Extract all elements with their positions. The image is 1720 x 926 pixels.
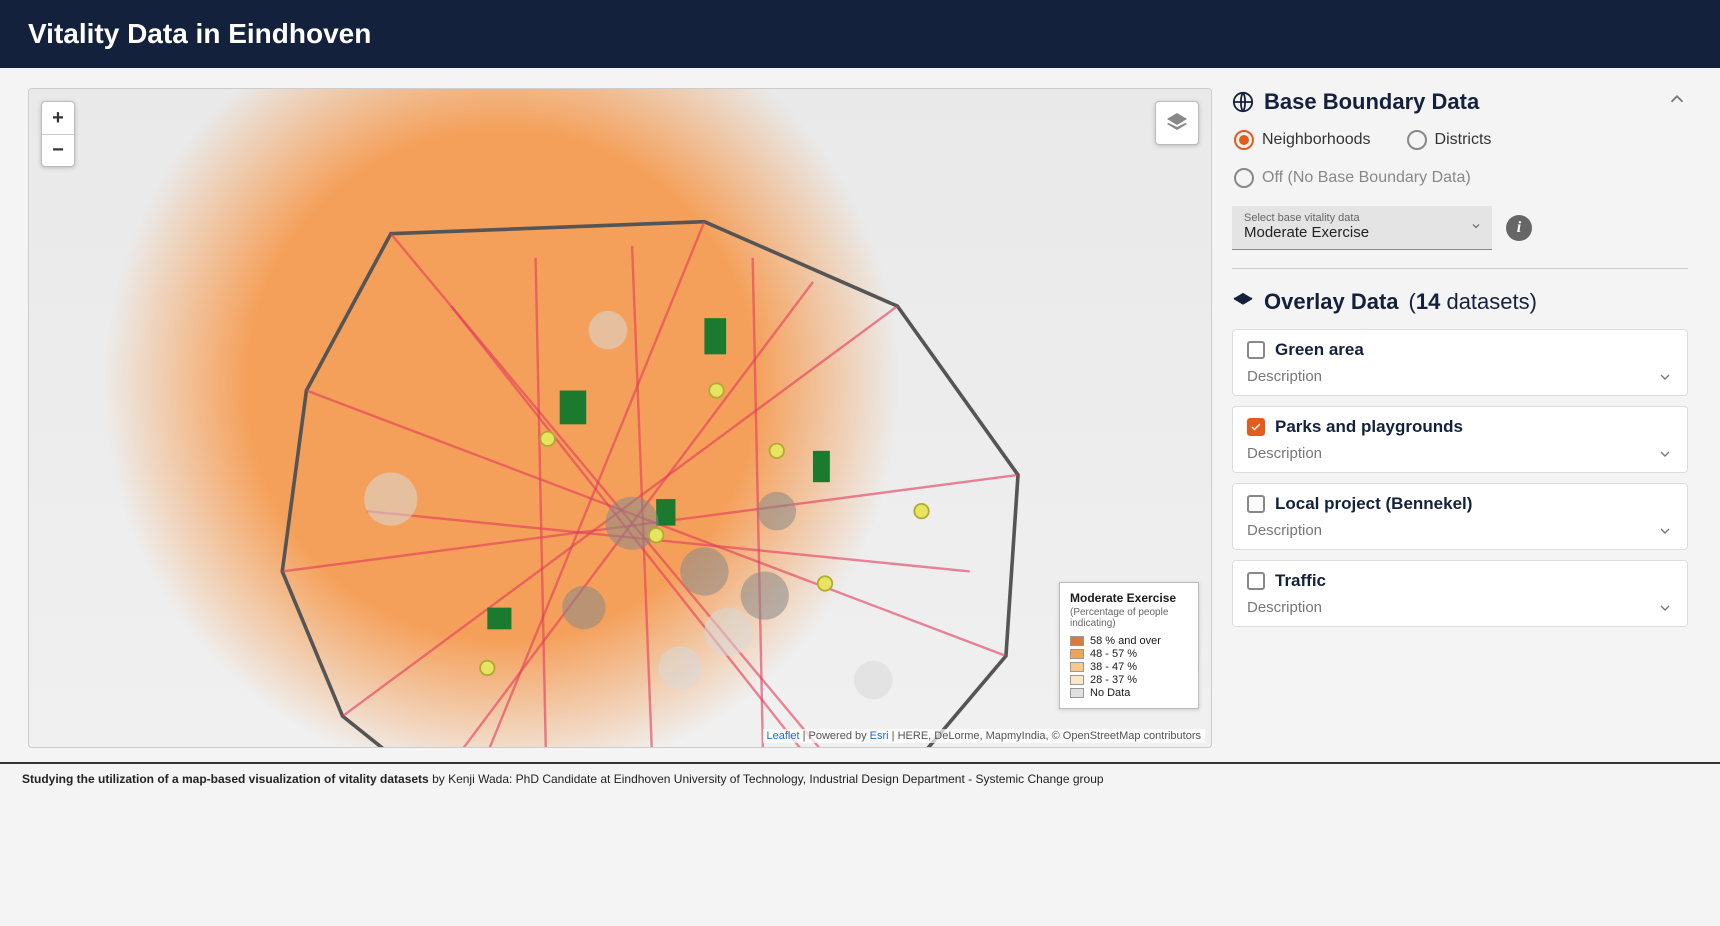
chevron-down-icon <box>1657 600 1673 616</box>
overlay-checkbox[interactable] <box>1247 495 1265 513</box>
legend-label: 38 - 47 % <box>1090 661 1137 673</box>
radio-label: Off (No Base Boundary Data) <box>1262 169 1471 187</box>
collapse-boundary-button[interactable] <box>1666 88 1688 116</box>
overlay-title: Overlay Data <box>1264 289 1399 315</box>
boundary-radio[interactable]: Districts <box>1407 130 1492 150</box>
main-layout: + − Moderate Exercise (Percentage of peo… <box>0 68 1720 756</box>
layers-icon <box>1165 111 1189 135</box>
overlay-label: Local project (Bennekel) <box>1275 494 1472 514</box>
chevron-up-icon <box>1666 88 1688 110</box>
zoom-in-button[interactable]: + <box>42 102 74 134</box>
leaflet-link[interactable]: Leaflet <box>767 730 800 742</box>
legend-swatch <box>1070 636 1084 646</box>
legend-label: 58 % and over <box>1090 635 1161 647</box>
footer-rest: by Kenji Wada: PhD Candidate at Eindhove… <box>429 772 1104 786</box>
map-legend: Moderate Exercise (Percentage of people … <box>1059 582 1199 709</box>
chevron-down-icon <box>1657 369 1673 385</box>
overlay-description-row[interactable]: Description <box>1247 445 1673 462</box>
overlay-count-wrap: (14 datasets) <box>1409 289 1537 315</box>
boundary-title: Base Boundary Data <box>1264 89 1479 115</box>
esri-link[interactable]: Esri <box>870 730 889 742</box>
legend-row: 38 - 47 % <box>1070 661 1188 673</box>
boundary-section-header: Base Boundary Data <box>1232 88 1688 116</box>
overlay-item: Green area Description <box>1232 329 1688 396</box>
map-svg <box>29 89 1211 748</box>
layers-button[interactable] <box>1155 101 1199 145</box>
overlay-description-row[interactable]: Description <box>1247 522 1673 539</box>
overlay-list: Green areaDescriptionParks and playgroun… <box>1232 329 1688 627</box>
section-divider <box>1232 268 1688 269</box>
legend-label: No Data <box>1090 687 1130 699</box>
radio-icon <box>1234 130 1254 150</box>
layers-stack-icon <box>1232 291 1254 313</box>
chevron-down-icon <box>1657 523 1673 539</box>
overlay-checkbox[interactable] <box>1247 572 1265 590</box>
overlay-section-header: Overlay Data (14 datasets) <box>1232 289 1688 315</box>
footer: Studying the utilization of a map-based … <box>0 762 1720 794</box>
legend-subtitle: (Percentage of people indicating) <box>1070 607 1188 629</box>
description-label: Description <box>1247 368 1322 385</box>
overlay-description-row[interactable]: Description <box>1247 599 1673 616</box>
legend-swatch <box>1070 688 1084 698</box>
radio-icon <box>1407 130 1427 150</box>
boundary-radio-group: Neighborhoods Districts Off (No Base Bound… <box>1232 130 1688 188</box>
overlay-description-row[interactable]: Description <box>1247 368 1673 385</box>
map-container[interactable]: + − Moderate Exercise (Percentage of peo… <box>28 88 1212 748</box>
zoom-out-button[interactable]: − <box>42 134 74 166</box>
dropdown-arrow-icon <box>1470 219 1482 237</box>
overlay-label: Green area <box>1275 340 1364 360</box>
overlay-item: Parks and playgrounds Description <box>1232 406 1688 473</box>
zoom-control: + − <box>41 101 75 167</box>
legend-swatch <box>1070 675 1084 685</box>
legend-title: Moderate Exercise <box>1070 591 1188 605</box>
legend-row: 28 - 37 % <box>1070 674 1188 686</box>
legend-swatch <box>1070 662 1084 672</box>
info-button[interactable]: i <box>1506 215 1532 241</box>
legend-swatch <box>1070 649 1084 659</box>
radio-label: Neighborhoods <box>1262 131 1371 149</box>
boundary-radio[interactable]: Off (No Base Boundary Data) <box>1234 168 1471 188</box>
chevron-down-icon <box>1657 446 1673 462</box>
overlay-checkbox[interactable] <box>1247 341 1265 359</box>
globe-icon <box>1232 91 1254 113</box>
radio-label: Districts <box>1435 131 1492 149</box>
legend-row: 48 - 57 % <box>1070 648 1188 660</box>
footer-bold: Studying the utilization of a map-based … <box>22 772 429 786</box>
overlay-item: Local project (Bennekel) Description <box>1232 483 1688 550</box>
overlay-label: Traffic <box>1275 571 1326 591</box>
map-attribution: Leaflet | Powered by Esri | HERE, DeLorm… <box>763 729 1205 743</box>
vitality-select[interactable]: Select base vitality data Moderate Exerc… <box>1232 206 1492 250</box>
legend-label: 28 - 37 % <box>1090 674 1137 686</box>
vitality-select-row: Select base vitality data Moderate Exerc… <box>1232 206 1688 250</box>
select-value: Moderate Exercise <box>1244 224 1480 241</box>
overlay-checkbox[interactable] <box>1247 418 1265 436</box>
app-header: Vitality Data in Eindhoven <box>0 0 1720 68</box>
overlay-points <box>364 311 928 748</box>
legend-label: 48 - 57 % <box>1090 648 1137 660</box>
boundary-radio[interactable]: Neighborhoods <box>1234 130 1371 150</box>
page-title: Vitality Data in Eindhoven <box>28 18 1692 50</box>
overlay-item: Traffic Description <box>1232 560 1688 627</box>
radio-icon <box>1234 168 1254 188</box>
legend-row: 58 % and over <box>1070 635 1188 647</box>
description-label: Description <box>1247 522 1322 539</box>
description-label: Description <box>1247 445 1322 462</box>
select-label: Select base vitality data <box>1244 212 1480 224</box>
legend-row: No Data <box>1070 687 1188 699</box>
check-icon <box>1250 421 1262 433</box>
overlay-label: Parks and playgrounds <box>1275 417 1463 437</box>
description-label: Description <box>1247 599 1322 616</box>
sidebar: Base Boundary Data Neighborhoods District… <box>1232 88 1692 748</box>
